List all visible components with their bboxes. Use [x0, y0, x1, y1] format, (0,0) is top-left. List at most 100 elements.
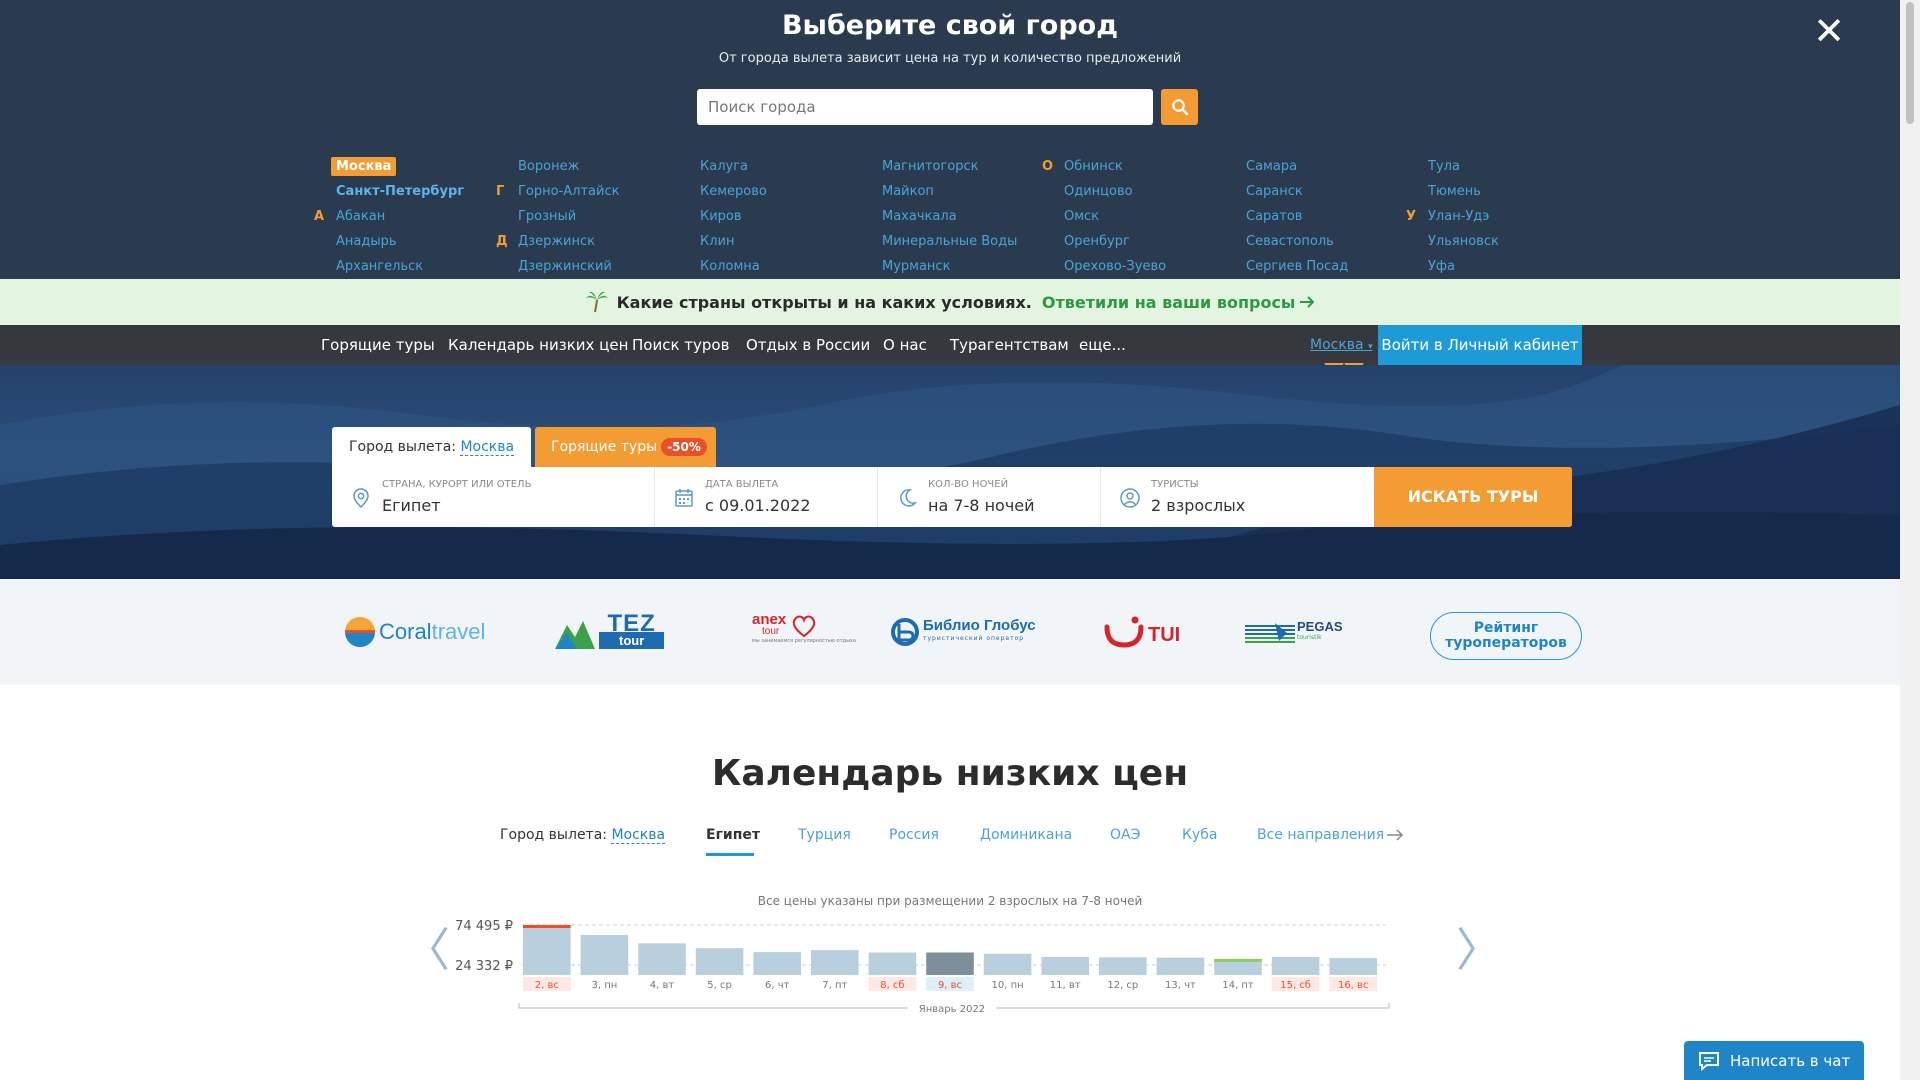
operator-anextour-logo[interactable]: anex tour мы занимаемся регулярностью от… — [752, 612, 856, 650]
page-scrollbar[interactable] — [1900, 0, 1920, 1080]
close-icon[interactable]: ✕ — [1812, 12, 1846, 50]
city-column: Самара Саранск Саратов Севастополь Сергиев П… — [1241, 157, 1421, 282]
nav-item[interactable]: Отдых в России — [746, 325, 870, 365]
nav-item[interactable]: Календарь низких цен — [448, 325, 628, 365]
nav-item[interactable]: Турагентствам — [950, 325, 1069, 365]
search-icon — [1171, 99, 1188, 116]
city-item[interactable]: А Абакан — [314, 207, 511, 232]
operator-coraltravel-logo[interactable]: Coraltravel — [344, 614, 485, 650]
day-label: 9, вс — [938, 980, 962, 991]
biblio-globe-icon — [891, 618, 919, 646]
city-item[interactable]: Самара — [1241, 157, 1421, 182]
city-item[interactable]: Оренбург — [1059, 232, 1239, 257]
city-item[interactable]: Г Горно-Алтайск — [496, 182, 693, 207]
city-name: Уфа — [1428, 259, 1456, 274]
operator-biblioglobus-logo[interactable]: Библио Глобус туристический оператор — [891, 614, 1036, 650]
city-item[interactable]: Магнитогорск — [877, 157, 1057, 182]
chat-button[interactable]: Написать в чат — [1684, 1041, 1864, 1080]
nights-field[interactable]: Кол-во ночей на 7-8 ночей — [878, 467, 1101, 527]
city-item[interactable]: Ульяновск — [1423, 232, 1603, 257]
price-bar — [1099, 957, 1147, 975]
nav-item[interactable]: Горящие туры — [321, 325, 435, 365]
city-name: Анадырь — [336, 234, 397, 249]
city-item[interactable]: Грозный — [513, 207, 693, 232]
destination-tab[interactable]: Куба — [1182, 827, 1217, 843]
day-label: 10, пн — [992, 980, 1024, 991]
calendar-icon — [675, 489, 693, 507]
price-bar — [1329, 958, 1377, 975]
active-tab-indicator — [706, 853, 754, 856]
destination-tab[interactable]: Египет — [706, 827, 760, 843]
city-name: Улан-Удэ — [1428, 209, 1490, 224]
city-item[interactable]: Москва — [331, 157, 511, 182]
city-item[interactable]: Д Дзержинск — [496, 232, 693, 257]
nav-item[interactable]: Поиск туров — [632, 325, 729, 365]
city-item[interactable]: Тюмень — [1423, 182, 1603, 207]
city-item[interactable]: О Обнинск — [1042, 157, 1239, 182]
city-search-input[interactable] — [697, 89, 1153, 125]
city-name: Воронеж — [518, 159, 580, 174]
city-item[interactable]: Калуга — [695, 157, 875, 182]
destination-tab[interactable]: Доминикана — [980, 827, 1072, 843]
destination-tab[interactable]: Россия — [889, 827, 939, 843]
city-item[interactable]: Майкоп — [877, 182, 1057, 207]
city-item[interactable]: Киров — [695, 207, 875, 232]
info-answer-link[interactable]: Ответили на ваши вопросы — [1042, 293, 1296, 312]
city-item[interactable]: Омск — [1059, 207, 1239, 232]
destination-tab[interactable]: ОАЭ — [1110, 827, 1140, 843]
day-label: 2, вс — [535, 980, 559, 991]
destination-tab[interactable]: Турция — [798, 827, 851, 843]
search-tours-button[interactable]: ИСКАТЬ ТУРЫ — [1374, 467, 1572, 527]
city-name: Магнитогорск — [882, 159, 979, 174]
hot-tours-tab[interactable]: Горящие туры -50% — [535, 427, 716, 467]
city-name: Кемерово — [700, 184, 767, 199]
calendar-city-link[interactable]: Москва — [611, 827, 666, 844]
day-label: 15, сб — [1280, 980, 1311, 991]
scroll-thumb[interactable] — [1906, 2, 1914, 124]
city-item[interactable]: Минеральные Воды — [877, 232, 1057, 257]
city-column: О Обнинск Одинцово Омск Оренбург Орехово-Зуев… — [1042, 157, 1239, 282]
city-item[interactable]: Воронеж — [513, 157, 693, 182]
operator-tui-logo[interactable]: TUI — [1104, 614, 1180, 650]
city-item[interactable]: Кемерово — [695, 182, 875, 207]
price-bar — [753, 952, 801, 975]
nav-city-select[interactable]: Москва ▾ — [1310, 325, 1373, 365]
destination-tab[interactable]: Все направления — [1257, 827, 1384, 843]
city-name: Дзержинский — [518, 259, 612, 274]
operators-rating-button[interactable]: Рейтинг туроператоров — [1430, 612, 1582, 660]
city-item[interactable]: Саранск — [1241, 182, 1421, 207]
day-label: 14, пт — [1222, 980, 1254, 991]
city-item[interactable]: Санкт-Петербург — [331, 182, 511, 207]
operator-pegas-logo[interactable]: PEGAS touristik — [1245, 614, 1343, 650]
city-item[interactable]: Махачкала — [877, 207, 1057, 232]
city-name: Саратов — [1246, 209, 1303, 224]
price-bar — [1156, 957, 1205, 975]
city-item[interactable]: Клин — [695, 232, 875, 257]
city-column: Калуга Кемерово Киров Клин Коломна — [695, 157, 875, 282]
city-item[interactable]: Севастополь — [1241, 232, 1421, 257]
city-item[interactable]: Саратов — [1241, 207, 1421, 232]
city-letter-marker: О — [1042, 159, 1054, 174]
departure-city-tab[interactable]: Город вылета: Москва — [332, 427, 531, 467]
login-button[interactable]: Войти в Личный кабинет — [1378, 325, 1582, 365]
nav-item[interactable]: еще... — [1079, 325, 1126, 365]
nav-item[interactable]: О нас — [883, 325, 927, 365]
tour-search-form: Страна, курорт или отель Египет Дата выл… — [332, 467, 1572, 527]
city-search-button[interactable] — [1161, 89, 1198, 125]
tourists-field[interactable]: Туристы 2 взрослых — [1101, 467, 1374, 527]
info-banner[interactable]: Какие страны открыты и на каких условиях… — [0, 279, 1900, 325]
price-bar — [695, 948, 744, 975]
price-bar — [926, 952, 974, 975]
destination-field[interactable]: Страна, курорт или отель Египет — [332, 467, 655, 527]
date-field[interactable]: Дата вылета с 09.01.2022 — [655, 467, 878, 527]
city-item[interactable]: Одинцово — [1059, 182, 1239, 207]
city-name: Тюмень — [1428, 184, 1481, 199]
city-select-overlay: Выберите свой город От города вылета зав… — [0, 0, 1900, 279]
departure-city-value[interactable]: Москва — [460, 439, 515, 456]
city-item[interactable]: У Улан-Удэ — [1406, 207, 1603, 232]
city-item[interactable]: Анадырь — [331, 232, 511, 257]
city-name: Самара — [1246, 159, 1298, 174]
city-item[interactable]: Тула — [1423, 157, 1603, 182]
city-letter-marker: Г — [496, 184, 505, 199]
operator-teztour-logo[interactable]: TEZ tour — [555, 612, 665, 650]
